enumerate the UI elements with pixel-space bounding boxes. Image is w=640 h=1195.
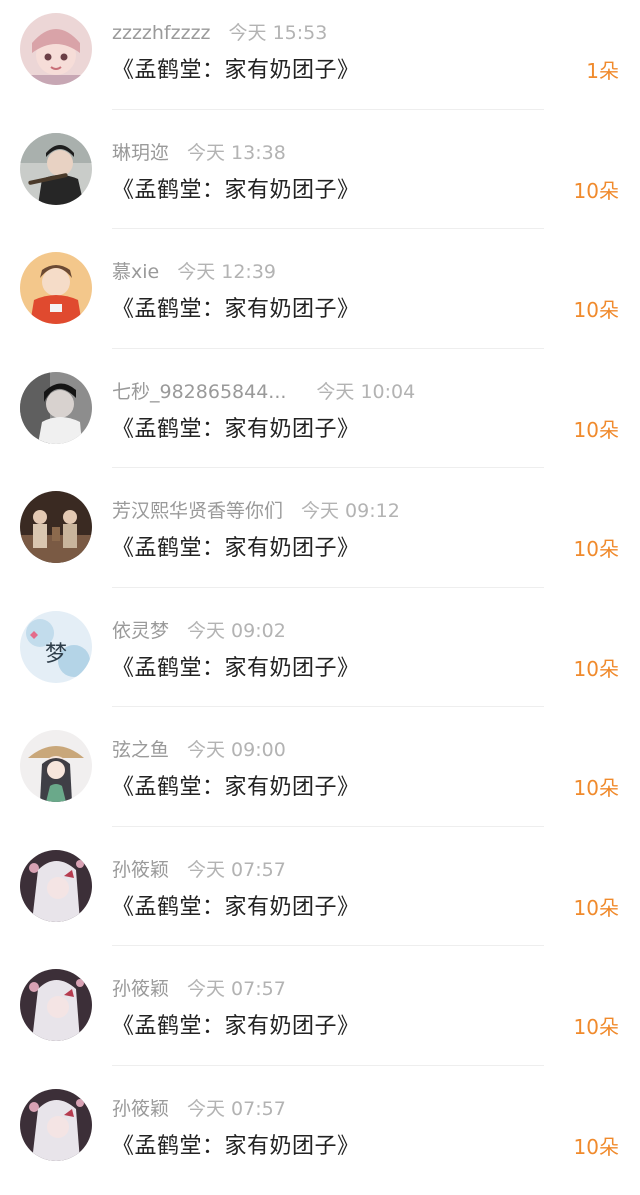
avatar[interactable] xyxy=(20,372,92,444)
gift-list: zzzzhfzzzz今天 15:53 《孟鹤堂：家有奶团子》 1朵 琳玥迩今天 … xyxy=(0,0,640,1195)
list-item[interactable]: 孙筱颖今天 07:57 《孟鹤堂：家有奶团子》 10朵 xyxy=(0,1076,640,1195)
gift-count: 10朵 xyxy=(574,653,619,682)
timestamp: 今天 09:02 xyxy=(187,616,286,643)
entry-meta: 慕xie 今天 12:39 xyxy=(112,257,276,287)
timestamp: 今天 13:38 xyxy=(187,138,286,165)
gift-count: 10朵 xyxy=(574,175,619,204)
timestamp: 今天 10:04 xyxy=(316,377,415,404)
avatar[interactable] xyxy=(20,13,92,85)
avatar[interactable] xyxy=(20,1089,92,1161)
message-text: 《孟鹤堂：家有奶团子》 xyxy=(112,650,360,682)
divider xyxy=(112,467,544,468)
sender-name[interactable]: 七秒_982865844... xyxy=(112,377,286,404)
message-text: 《孟鹤堂：家有奶团子》 xyxy=(112,411,360,443)
gift-count: 10朵 xyxy=(574,1131,619,1160)
entry-meta: 孙筱颖今天 07:57 xyxy=(112,1094,286,1124)
sender-name[interactable]: 琳玥迩 xyxy=(112,138,169,165)
entry-meta: 孙筱颖今天 07:57 xyxy=(112,855,286,885)
sender-name[interactable]: 孙筱颖 xyxy=(112,974,169,1001)
divider xyxy=(112,1065,544,1066)
avatar[interactable] xyxy=(20,969,92,1041)
avatar[interactable] xyxy=(20,252,92,324)
avatar-glyph: 梦 xyxy=(45,642,67,667)
divider xyxy=(112,587,544,588)
avatar[interactable] xyxy=(20,133,92,205)
gift-count: 10朵 xyxy=(574,1011,619,1040)
gift-count: 10朵 xyxy=(574,772,619,801)
gift-count: 10朵 xyxy=(574,892,619,921)
entry-meta: 弦之鱼今天 09:00 xyxy=(112,735,286,765)
message-text: 《孟鹤堂：家有奶团子》 xyxy=(112,889,360,921)
message-text: 《孟鹤堂：家有奶团子》 xyxy=(112,530,360,562)
avatar[interactable]: 梦 xyxy=(20,611,92,683)
avatar[interactable] xyxy=(20,730,92,802)
list-item[interactable]: 梦 依灵梦今天 09:02 《孟鹤堂：家有奶团子》 10朵 xyxy=(0,598,640,718)
gift-count: 10朵 xyxy=(574,294,619,323)
message-text: 《孟鹤堂：家有奶团子》 xyxy=(112,52,360,84)
entry-meta: 依灵梦今天 09:02 xyxy=(112,616,286,646)
message-text: 《孟鹤堂：家有奶团子》 xyxy=(112,172,360,204)
entry-meta: zzzzhfzzzz 今天 15:53 xyxy=(112,18,327,48)
timestamp: 今天 09:00 xyxy=(187,735,286,762)
message-text: 《孟鹤堂：家有奶团子》 xyxy=(112,769,360,801)
sender-name[interactable]: 孙筱颖 xyxy=(112,1094,169,1121)
message-text: 《孟鹤堂：家有奶团子》 xyxy=(112,1008,360,1040)
entry-meta: 七秒_982865844... 今天 10:04 xyxy=(112,377,415,407)
gift-count: 10朵 xyxy=(574,533,619,562)
sender-name[interactable]: 孙筱颖 xyxy=(112,855,169,882)
list-item[interactable]: 孙筱颖今天 07:57 《孟鹤堂：家有奶团子》 10朵 xyxy=(0,837,640,957)
list-item[interactable]: 琳玥迩今天 13:38 《孟鹤堂：家有奶团子》 10朵 xyxy=(0,120,640,240)
sender-name[interactable]: 芳汉熙华贤香等你们 xyxy=(112,496,283,523)
list-item[interactable]: zzzzhfzzzz 今天 15:53 《孟鹤堂：家有奶团子》 1朵 xyxy=(0,0,640,120)
timestamp: 今天 07:57 xyxy=(187,855,286,882)
divider xyxy=(112,706,544,707)
divider xyxy=(112,826,544,827)
divider xyxy=(112,945,544,946)
entry-meta: 芳汉熙华贤香等你们今天 09:12 xyxy=(112,496,400,526)
timestamp: 今天 07:57 xyxy=(187,1094,286,1121)
sender-name[interactable]: 弦之鱼 xyxy=(112,735,169,762)
avatar[interactable] xyxy=(20,491,92,563)
timestamp: 今天 12:39 xyxy=(177,257,276,284)
list-item[interactable]: 芳汉熙华贤香等你们今天 09:12 《孟鹤堂：家有奶团子》 10朵 xyxy=(0,478,640,598)
list-item[interactable]: 慕xie 今天 12:39 《孟鹤堂：家有奶团子》 10朵 xyxy=(0,239,640,359)
avatar[interactable] xyxy=(20,850,92,922)
gift-count: 10朵 xyxy=(574,414,619,443)
entry-meta: 琳玥迩今天 13:38 xyxy=(112,138,286,168)
divider xyxy=(112,228,544,229)
gift-count: 1朵 xyxy=(586,55,619,84)
timestamp: 今天 15:53 xyxy=(229,18,328,45)
sender-name[interactable]: 依灵梦 xyxy=(112,616,169,643)
message-text: 《孟鹤堂：家有奶团子》 xyxy=(112,291,360,323)
sender-name[interactable]: 慕xie xyxy=(112,257,159,284)
entry-meta: 孙筱颖今天 07:57 xyxy=(112,974,286,1004)
list-item[interactable]: 孙筱颖今天 07:57 《孟鹤堂：家有奶团子》 10朵 xyxy=(0,956,640,1076)
list-item[interactable]: 七秒_982865844... 今天 10:04 《孟鹤堂：家有奶团子》 10朵 xyxy=(0,359,640,479)
sender-name[interactable]: zzzzhfzzzz xyxy=(112,22,211,44)
timestamp: 今天 09:12 xyxy=(301,496,400,523)
list-item[interactable]: 弦之鱼今天 09:00 《孟鹤堂：家有奶团子》 10朵 xyxy=(0,717,640,837)
divider xyxy=(112,348,544,349)
divider xyxy=(112,109,544,110)
timestamp: 今天 07:57 xyxy=(187,974,286,1001)
message-text: 《孟鹤堂：家有奶团子》 xyxy=(112,1128,360,1160)
